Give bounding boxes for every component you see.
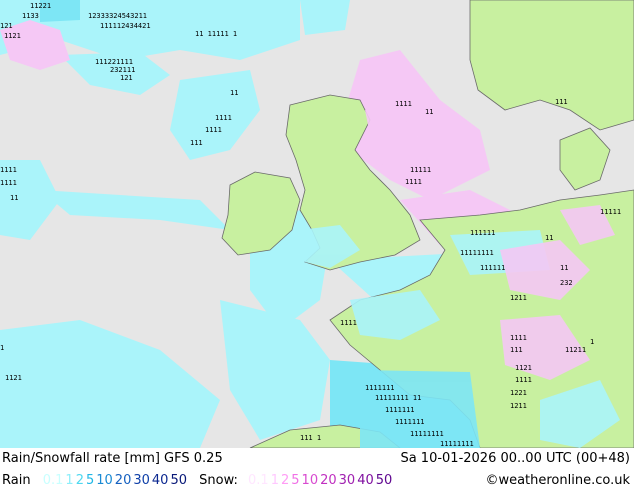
rain-legend-value: 50 [170,473,187,488]
svg-text:111 1: 111 1 [300,434,321,442]
svg-text:11: 11 [10,194,18,202]
svg-text:1: 1 [590,338,594,346]
svg-text:11111111 11: 11111111 11 [375,394,421,402]
weather-map: 11221 1133 12333324543211 121 1111124344… [0,0,634,448]
svg-text:121: 121 [120,74,133,82]
snow-legend-value: 0.1 [248,473,269,488]
rain-area [0,320,220,448]
rain-legend-value: 1 [65,473,74,488]
svg-text:11221: 11221 [30,2,51,10]
svg-text:1111: 1111 [215,114,232,122]
title-row: Rain/Snowfall rate [mm] GFS 0.25 [2,451,223,466]
svg-text:1111: 1111 [510,334,527,342]
svg-text:1111111: 1111111 [365,384,395,392]
footer: Rain/Snowfall rate [mm] GFS 0.25 Sa 10-0… [0,448,634,490]
svg-text:1: 1 [0,344,4,352]
land-scandinavia [469,0,634,131]
svg-text:1133: 1133 [22,12,39,20]
legend-row: Rain 0.1 1 2 5 10 20 30 40 50 Snow: 0.1 1 2 5 10 20 30… [2,473,394,488]
svg-text:232111: 232111 [110,66,135,74]
svg-text:1111: 1111 [205,126,222,134]
snow-legend-value: 40 [357,473,374,488]
svg-text:1111: 1111 [395,100,412,108]
rain-area [40,190,230,230]
svg-text:1121: 1121 [4,32,21,40]
rain-legend-value: 40 [151,473,169,488]
svg-text:1211: 1211 [510,402,527,410]
rain-legend-value: 5 [85,473,95,488]
rain-legend: 0.1 1 2 5 10 20 30 40 50 [43,473,189,488]
snow-legend-value: 5 [291,473,300,488]
snow-legend-value: 30 [338,473,356,488]
snow-legend: 0.1 1 2 5 10 20 30 40 50 [248,473,394,488]
svg-text:1111: 1111 [0,166,17,174]
snow-legend-value: 10 [301,473,319,488]
rain-label: Rain [2,473,31,488]
svg-text:1111: 1111 [0,179,17,187]
svg-text:11 11111 1: 11 11111 1 [195,30,237,38]
svg-text:12333324543211: 12333324543211 [88,12,147,20]
svg-text:11111111: 11111111 [410,430,444,438]
svg-text:111111: 111111 [480,264,505,272]
svg-text:1111: 1111 [405,178,422,186]
rain-legend-value: 20 [114,473,132,488]
rain-legend-value: 30 [133,473,150,488]
snow-label: Snow: [199,473,238,488]
snow-legend-value: 20 [320,473,337,488]
svg-text:232: 232 [560,279,573,287]
snow-legend-value: 50 [375,473,393,488]
snow-legend-value: 1 [270,473,279,488]
svg-text:11: 11 [230,89,238,97]
svg-text:111: 111 [555,98,568,106]
svg-text:11: 11 [545,234,553,242]
svg-text:1211: 1211 [510,294,527,302]
svg-text:11111: 11111 [600,208,621,216]
land-denmark [559,127,611,191]
svg-text:1111111: 1111111 [395,418,425,426]
svg-text:111221111: 111221111 [95,58,133,66]
rain-legend-value: 0.1 [42,473,64,488]
svg-text:11: 11 [560,264,568,272]
snow-legend-value: 2 [280,473,290,488]
svg-text:11111111: 11111111 [460,249,494,257]
svg-text:11111: 11111 [410,166,431,174]
svg-text:1111: 1111 [340,319,357,327]
svg-text:111: 111 [510,346,523,354]
svg-text:11: 11 [425,108,433,116]
rain-area [220,300,330,440]
map-title: Rain/Snowfall rate [mm] GFS 0.25 [2,451,223,466]
svg-text:111112434421: 111112434421 [100,22,151,30]
svg-text:1121: 1121 [5,374,22,382]
svg-text:1111111: 1111111 [385,406,415,414]
rain-area [300,0,350,35]
rain-legend-value: 10 [96,473,113,488]
svg-text:111: 111 [190,139,203,147]
datetime-label: Sa 10-01-2026 00..00 UTC (00+48) [400,451,630,466]
svg-text:11211: 11211 [565,346,586,354]
svg-text:11111111: 11111111 [440,440,474,448]
rain-legend-value: 2 [75,473,84,488]
svg-text:121: 121 [0,22,13,30]
svg-text:1121: 1121 [515,364,532,372]
svg-text:1221: 1221 [510,389,527,397]
map-canvas: 11221 1133 12333324543211 121 1111124344… [0,0,634,448]
credit-link[interactable]: ©weatheronline.co.uk [485,473,630,488]
svg-text:1111: 1111 [515,376,532,384]
svg-text:111111: 111111 [470,229,495,237]
